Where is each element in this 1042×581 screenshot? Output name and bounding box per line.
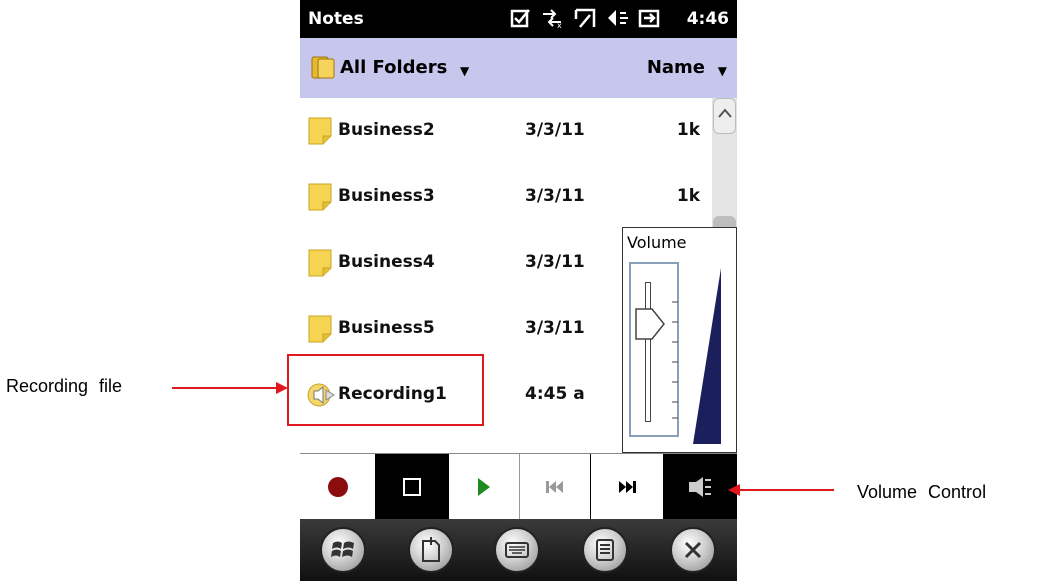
checkbox-icon[interactable]	[510, 7, 532, 33]
new-note-button[interactable]	[408, 527, 454, 573]
status-bar: Notes x 4:46	[300, 0, 737, 38]
connectivity-icon[interactable]: x	[540, 7, 564, 33]
file-name: Business5	[338, 318, 435, 338]
menu-button[interactable]	[582, 527, 628, 573]
phone-screen: Notes x 4:46 All Folders ▼ Name ▼ Busine…	[300, 0, 737, 581]
volume-panel: Volume	[622, 227, 737, 453]
list-item[interactable]: Business3 3/3/11 1k	[300, 164, 712, 230]
file-date: 3/3/11	[525, 252, 585, 272]
file-name: Business3	[338, 186, 435, 206]
file-size: 1k	[676, 120, 700, 140]
previous-button[interactable]	[519, 454, 590, 520]
signal-icon[interactable]	[573, 7, 597, 33]
record-icon	[327, 477, 348, 497]
file-name: Business4	[338, 252, 435, 272]
stop-icon	[403, 478, 421, 496]
file-date: 3/3/11	[525, 120, 585, 140]
folder-selector[interactable]: All Folders	[340, 57, 447, 78]
note-icon	[307, 182, 333, 212]
start-icon	[331, 541, 354, 557]
play-icon	[478, 478, 490, 496]
folder-dropdown-icon[interactable]: ▼	[460, 64, 469, 78]
close-button[interactable]	[670, 527, 716, 573]
volume-arrow-icon	[728, 484, 834, 496]
play-button[interactable]	[449, 454, 519, 520]
taskbar	[300, 519, 737, 581]
file-name: Business2	[338, 120, 435, 140]
battery-icon[interactable]	[638, 7, 662, 33]
volume-control-icon	[689, 477, 711, 497]
player-controls	[300, 453, 737, 520]
scroll-up-button[interactable]	[713, 98, 736, 134]
volume-slider[interactable]	[629, 262, 679, 437]
screenshot-canvas: Notes x 4:46 All Folders ▼ Name ▼ Busine…	[0, 0, 1042, 581]
menu-icon	[596, 539, 614, 561]
file-date: 3/3/11	[525, 318, 585, 338]
previous-icon	[546, 481, 563, 493]
folder-bar: All Folders ▼ Name ▼	[300, 38, 737, 98]
note-icon	[307, 314, 333, 344]
chevron-up-icon	[717, 108, 732, 118]
folders-icon[interactable]	[310, 54, 336, 80]
note-icon	[307, 116, 333, 146]
next-button[interactable]	[590, 454, 663, 520]
file-size: 1k	[676, 186, 700, 206]
volume-title: Volume	[627, 233, 687, 252]
svg-text:x: x	[557, 21, 562, 29]
volume-slider-thumb[interactable]	[635, 308, 665, 340]
sort-dropdown-icon[interactable]: ▼	[718, 64, 727, 78]
close-icon	[684, 541, 702, 559]
file-date: 4:45 a	[525, 384, 585, 404]
note-icon	[307, 248, 333, 278]
volume-slider-track[interactable]	[645, 282, 651, 422]
start-button[interactable]	[320, 527, 366, 573]
new-note-icon	[422, 537, 440, 562]
stop-button[interactable]	[375, 454, 449, 520]
app-title: Notes	[308, 9, 364, 29]
keyboard-icon	[505, 542, 529, 558]
recording-arrow-icon	[172, 382, 288, 394]
list-item[interactable]: Business2 3/3/11 1k	[300, 98, 712, 164]
clock[interactable]: 4:46	[687, 9, 729, 29]
volume-level-ramp	[693, 268, 721, 444]
volume-control-annotation: Volume Control	[857, 482, 987, 502]
volume-slider-ticks	[672, 301, 678, 419]
record-button[interactable]	[300, 454, 375, 520]
keyboard-button[interactable]	[494, 527, 540, 573]
recording-highlight-box	[287, 354, 484, 426]
recording-file-annotation: Recording file	[6, 376, 123, 396]
file-date: 3/3/11	[525, 186, 585, 206]
speaker-icon[interactable]	[606, 7, 630, 33]
next-icon	[619, 481, 636, 493]
sort-selector[interactable]: Name	[647, 57, 705, 78]
